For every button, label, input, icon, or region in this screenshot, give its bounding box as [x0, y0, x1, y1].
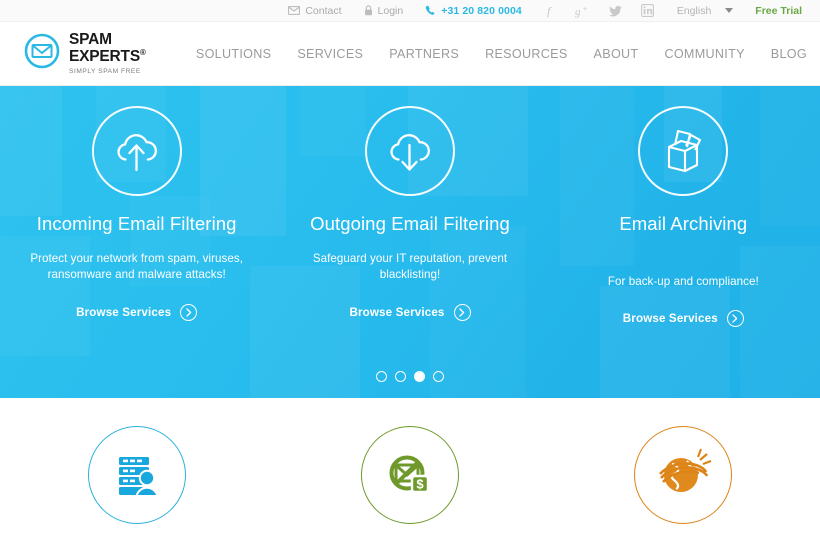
- phone-icon: [425, 5, 436, 16]
- logo-envelope-icon: [24, 33, 60, 74]
- hero-card-title: Incoming Email Filtering: [36, 213, 237, 234]
- contact-label: Contact: [305, 4, 342, 17]
- hero-card-description: Protect your network from spam, viruses,…: [30, 251, 243, 282]
- chevron-right-icon: [453, 304, 471, 322]
- no-spam-dollar-icon: $: [360, 426, 459, 524]
- browse-services-label: Browse Services: [349, 306, 445, 320]
- language-selector[interactable]: English: [663, 5, 743, 17]
- nav-item-community[interactable]: COMMUNITY: [651, 47, 757, 61]
- browse-services-label: Browse Services: [622, 312, 718, 326]
- cloud-download-icon: [364, 106, 455, 196]
- nav-item-solutions[interactable]: SOLUTIONS: [183, 47, 284, 61]
- nav-item-resources[interactable]: RESOURCES: [472, 47, 580, 61]
- registered-mark: ®: [139, 47, 146, 57]
- browse-services-button[interactable]: Browse Services: [349, 304, 471, 322]
- features-row: $: [0, 398, 820, 538]
- facebook-icon[interactable]: f: [533, 4, 565, 18]
- lock-icon: [364, 5, 373, 16]
- nav-item-blog[interactable]: BLOG: [758, 47, 820, 61]
- logo-text-block: SPAM EXPERTS® SIMPLY SPAM FREE: [69, 31, 183, 75]
- server-user-icon: [87, 426, 186, 524]
- logo-name: SPAM EXPERTS®: [69, 31, 146, 65]
- free-trial-button[interactable]: Free Trial: [743, 5, 808, 17]
- hero-carousel: Incoming Email Filtering Protect your ne…: [0, 86, 820, 398]
- chevron-right-icon: [726, 310, 744, 328]
- nav-item-services[interactable]: SERVICES: [284, 47, 376, 61]
- hero-cards: Incoming Email Filtering Protect your ne…: [0, 86, 820, 398]
- chevron-down-icon: [725, 8, 734, 13]
- feature-item-1[interactable]: [0, 426, 273, 538]
- language-label: English: [676, 4, 712, 17]
- hero-card-title: Outgoing Email Filtering: [310, 213, 510, 234]
- hero-card-outgoing[interactable]: Outgoing Email Filtering Safeguard your …: [273, 106, 546, 398]
- top-utility-bar: Contact Login +31 20 820 0004 f g + Engli…: [0, 0, 820, 22]
- hero-card-archiving[interactable]: Email Archiving For back-up and complian…: [547, 106, 820, 398]
- logo-tagline: SIMPLY SPAM FREE: [69, 67, 141, 75]
- cloud-upload-icon: [91, 106, 182, 196]
- browse-services-button[interactable]: Browse Services: [622, 310, 744, 328]
- carousel-dot-1[interactable]: [376, 371, 387, 382]
- nav-item-about[interactable]: ABOUT: [581, 47, 652, 61]
- site-header: SPAM EXPERTS® SIMPLY SPAM FREE SOLUTIONS…: [0, 22, 820, 86]
- chevron-right-icon: [180, 304, 198, 322]
- linkedin-icon[interactable]: [632, 4, 663, 17]
- browse-services-button[interactable]: Browse Services: [76, 304, 198, 322]
- feature-item-2[interactable]: $: [273, 426, 546, 538]
- browse-services-label: Browse Services: [76, 306, 172, 320]
- feature-item-3[interactable]: [547, 426, 820, 538]
- hero-card-incoming[interactable]: Incoming Email Filtering Protect your ne…: [0, 106, 273, 398]
- hero-card-description: For back-up and compliance!: [607, 274, 759, 288]
- phone-link[interactable]: +31 20 820 0004: [414, 0, 533, 22]
- svg-text:g: g: [575, 6, 581, 18]
- site-logo[interactable]: SPAM EXPERTS® SIMPLY SPAM FREE: [0, 31, 183, 75]
- svg-text:$: $: [416, 477, 424, 492]
- login-link[interactable]: Login: [353, 0, 415, 22]
- carousel-dot-2[interactable]: [395, 371, 406, 382]
- archive-box-icon: [638, 106, 729, 196]
- hero-card-title: Email Archiving: [619, 213, 748, 234]
- main-navigation: SOLUTIONS SERVICES PARTNERS RESOURCES AB…: [183, 47, 820, 61]
- svg-text:+: +: [583, 6, 587, 13]
- nav-item-partners[interactable]: PARTNERS: [376, 47, 472, 61]
- twitter-icon[interactable]: [599, 4, 632, 18]
- svg-text:f: f: [547, 4, 552, 18]
- envelope-icon: [288, 6, 301, 15]
- login-label: Login: [377, 4, 404, 17]
- carousel-dot-3[interactable]: [414, 371, 425, 382]
- carousel-dot-4[interactable]: [433, 371, 444, 382]
- globe-swoosh-icon: [634, 426, 733, 524]
- googleplus-icon[interactable]: g +: [565, 4, 599, 18]
- hero-card-description: Safeguard your IT reputation, prevent bl…: [312, 251, 508, 282]
- contact-link[interactable]: Contact: [277, 0, 352, 22]
- phone-number: +31 20 820 0004: [441, 4, 522, 17]
- carousel-dots: [0, 371, 820, 382]
